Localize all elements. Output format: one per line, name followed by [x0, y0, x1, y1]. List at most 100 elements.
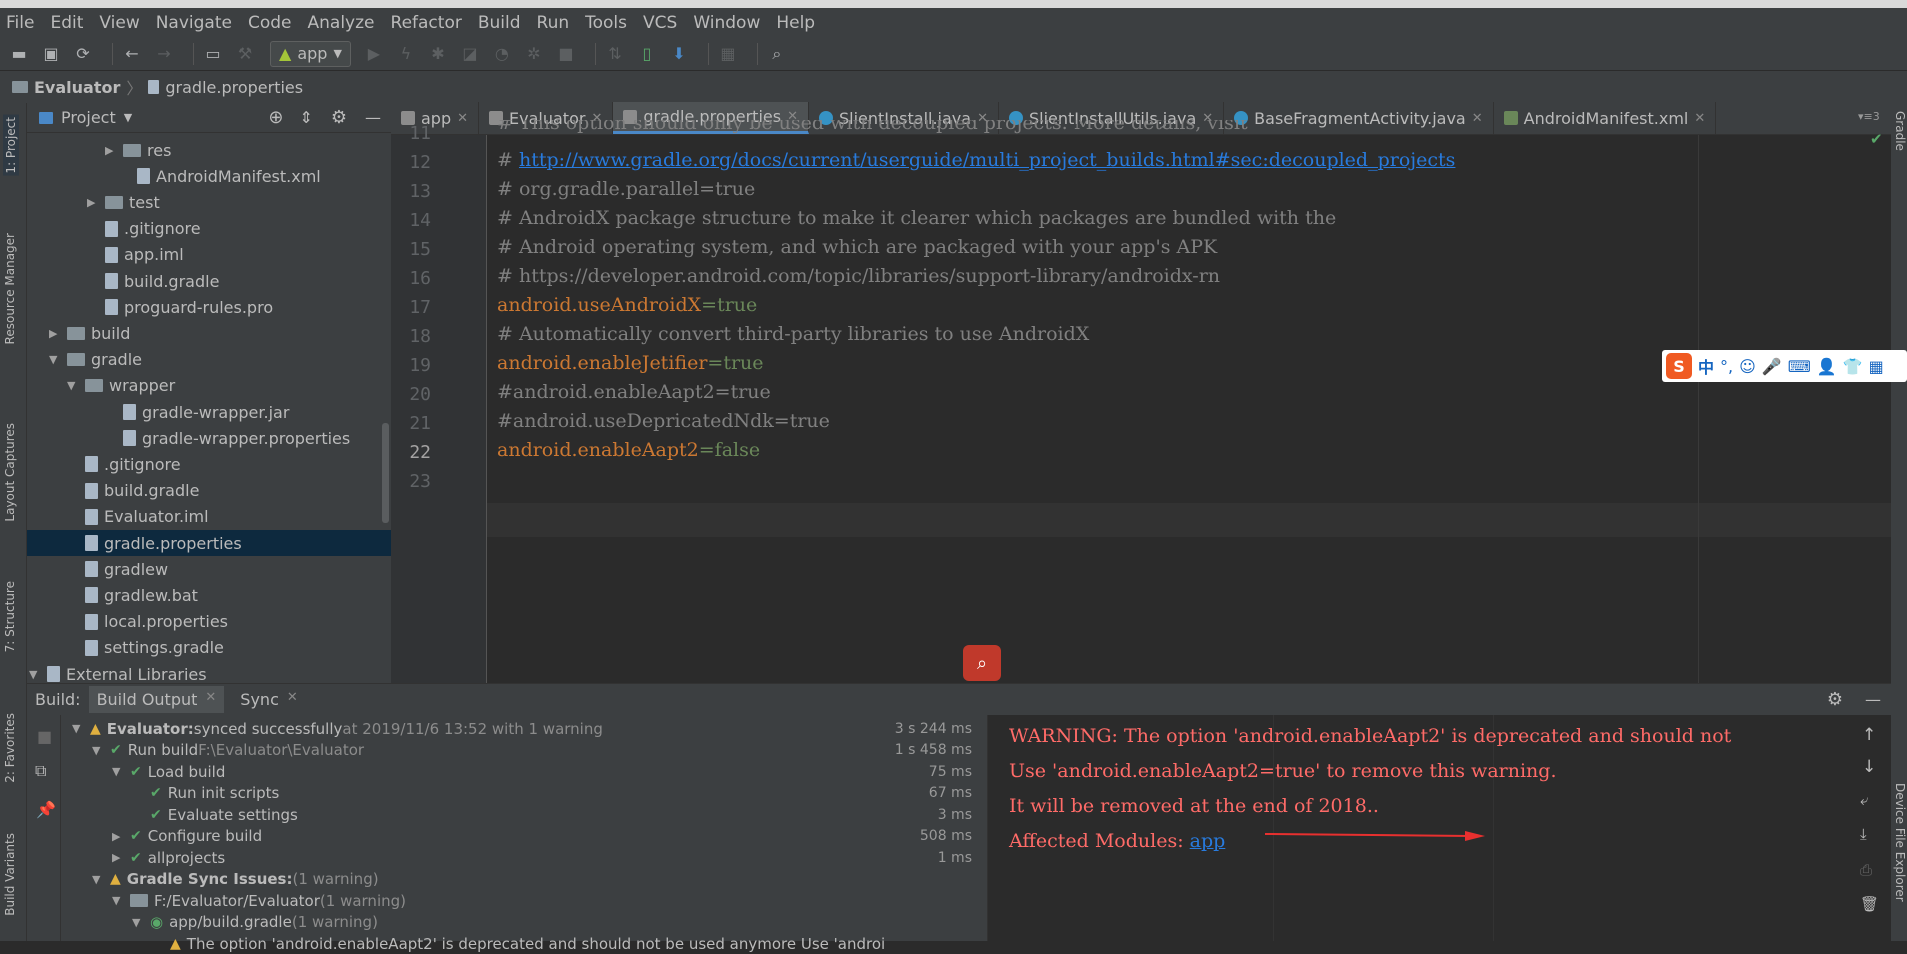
close-icon[interactable]: ✕	[1472, 111, 1483, 126]
tree-item[interactable]: ▶ res	[105, 137, 171, 163]
menu-item-navigate[interactable]: Navigate	[156, 13, 232, 33]
editor-tab[interactable]: AndroidManifest.xml ✕	[1494, 102, 1717, 134]
tool-tab-structure[interactable]: 7: Structure	[3, 581, 17, 652]
chevron-down-icon[interactable]: ▼	[124, 111, 132, 124]
expanded-arrow-icon[interactable]: ▼	[49, 353, 61, 366]
open-folder-icon[interactable]: ▬	[8, 43, 30, 65]
avd-manager-icon[interactable]: ▯	[636, 43, 658, 65]
build-tree-row[interactable]: ▼ F:/Evaluator/Evaluator (1 warning)	[112, 890, 406, 911]
skin-icon[interactable]: 👕	[1843, 357, 1863, 376]
tool-tab-device-file-explorer[interactable]: Device File Explorer	[1893, 783, 1907, 902]
build-tree-row[interactable]: ✔ Run init scripts	[132, 783, 279, 804]
scroll-to-end-icon[interactable]: ⤓	[1860, 825, 1867, 843]
tool-tab-project[interactable]: 1: Project	[3, 115, 19, 176]
collapsed-arrow-icon[interactable]: ▶	[112, 830, 124, 843]
apply-changes-icon[interactable]: ϟ	[395, 43, 417, 65]
sdk-manager-icon[interactable]: ⬇	[668, 43, 690, 65]
build-tree-row[interactable]: ▶ ✔ allprojects	[112, 847, 225, 868]
collapsed-arrow-icon[interactable]: ▶	[87, 196, 99, 209]
breadcrumb-file[interactable]: gradle.properties	[165, 78, 303, 97]
tree-item[interactable]: ▶ test	[87, 189, 160, 215]
tree-item[interactable]: AndroidManifest.xml	[87, 163, 321, 189]
menu-item-refactor[interactable]: Refactor	[391, 13, 462, 33]
menu-item-build[interactable]: Build	[478, 13, 521, 33]
close-icon[interactable]: ✕	[1694, 111, 1705, 126]
build-tree-row[interactable]: ✔ Evaluate settings	[132, 804, 298, 825]
build-tree-row[interactable]: ▲ The option 'android.enableAapt2' is dep…	[152, 933, 885, 954]
tool-tab-build-variants[interactable]: Build Variants	[3, 833, 17, 916]
tree-item[interactable]: .gitignore	[87, 216, 201, 242]
microphone-icon[interactable]: 🎤	[1762, 357, 1782, 376]
close-icon[interactable]: ✕	[457, 111, 468, 126]
project-view-title[interactable]: Project	[61, 108, 116, 127]
tool-tab-gradle[interactable]: Gradle	[1893, 111, 1907, 151]
minimize-icon[interactable]: —	[365, 108, 381, 127]
tree-item[interactable]: Evaluator.iml	[67, 504, 209, 530]
collapse-all-icon[interactable]: ⇕	[299, 108, 312, 127]
user-icon[interactable]: 👤	[1817, 357, 1837, 376]
menu-item-view[interactable]: View	[99, 13, 139, 33]
expanded-arrow-icon[interactable]: ▼	[112, 765, 124, 778]
tool-tab-resource-manager[interactable]: Resource Manager	[3, 233, 17, 344]
gradle-sync-icon[interactable]: ⇅	[604, 43, 626, 65]
expanded-arrow-icon[interactable]: ▼	[92, 744, 104, 757]
menu-item-run[interactable]: Run	[537, 13, 570, 33]
stop-icon[interactable]: ■	[555, 43, 577, 65]
emoji-icon[interactable]: ☺	[1739, 357, 1756, 376]
make-module-icon[interactable]: ▭	[202, 43, 224, 65]
minimize-icon[interactable]: —	[1865, 690, 1881, 709]
tool-tab-layout-captures[interactable]: Layout Captures	[3, 423, 17, 522]
build-tree-row[interactable]: ▼ ✔ Run build F:\Evaluator\Evaluator	[92, 740, 364, 761]
menu-item-help[interactable]: Help	[776, 13, 815, 33]
tree-item[interactable]: build.gradle	[87, 268, 219, 294]
expanded-arrow-icon[interactable]: ▼	[72, 722, 84, 735]
build-tree-row[interactable]: ▼ ▲ Evaluator: synced successfully at 2019…	[72, 718, 603, 739]
console-scroll-down-icon[interactable]: ↓	[1862, 757, 1876, 777]
keyboard-icon[interactable]: ⌨	[1788, 357, 1811, 376]
tab-list-icon[interactable]: ▾≡3	[1858, 110, 1880, 123]
breadcrumb-project[interactable]: Evaluator	[34, 78, 120, 97]
tree-item[interactable]: ▼ wrapper	[67, 373, 175, 399]
editor-tab[interactable]: BaseFragmentActivity.java ✕	[1224, 102, 1494, 134]
ime-language[interactable]: 中	[1698, 354, 1714, 378]
tree-item[interactable]: ▼ gradle	[49, 347, 142, 373]
build-tree-row[interactable]: ▼ ◉ app/build.gradle (1 warning)	[132, 912, 378, 933]
build-tree-row[interactable]: ▼ ✔ Load build	[112, 761, 225, 782]
build-tree-row[interactable]: ▼ ▲ Gradle Sync Issues: (1 warning)	[92, 869, 379, 890]
tree-item[interactable]: settings.gradle	[67, 635, 224, 661]
profile-icon[interactable]: ◪	[459, 43, 481, 65]
tree-item[interactable]: local.properties	[67, 609, 228, 635]
trash-icon[interactable]: 🗑	[1860, 895, 1879, 913]
print-icon[interactable]: ⎙	[1860, 861, 1872, 879]
project-scrollbar[interactable]	[382, 423, 389, 523]
save-icon[interactable]: ▣	[40, 43, 62, 65]
pin-icon[interactable]: 📌	[36, 800, 56, 819]
affected-module-link[interactable]: app	[1190, 830, 1226, 852]
tab-sync[interactable]: Sync ✕	[232, 686, 305, 713]
tree-item[interactable]: .gitignore	[67, 451, 181, 477]
expanded-arrow-icon[interactable]: ▼	[29, 668, 41, 681]
hammer-icon[interactable]: ⚒	[234, 43, 256, 65]
search-bubble-icon[interactable]: ⌕	[963, 645, 1001, 681]
close-icon[interactable]: ✕	[205, 690, 216, 709]
collapsed-arrow-icon[interactable]: ▶	[112, 851, 124, 864]
build-tree-row[interactable]: ▶ ✔ Configure build	[112, 826, 262, 847]
tree-item[interactable]: app.iml	[87, 242, 184, 268]
collapsed-arrow-icon[interactable]: ▶	[105, 144, 117, 157]
tool-tab-favorites[interactable]: 2: Favorites	[3, 713, 17, 783]
collapsed-arrow-icon[interactable]: ▶	[49, 327, 61, 340]
tree-item[interactable]: build.gradle	[67, 478, 199, 504]
expanded-arrow-icon[interactable]: ▼	[67, 379, 79, 392]
debug-icon[interactable]: ✱	[427, 43, 449, 65]
code-link[interactable]: http://www.gradle.org/docs/current/userg…	[519, 149, 1455, 171]
expanded-arrow-icon[interactable]: ▼	[92, 873, 104, 886]
ime-toolbar[interactable]: S 中 °, ☺ 🎤 ⌨ 👤 👕 ▦	[1662, 350, 1907, 382]
tree-item[interactable]: gradle-wrapper.properties	[105, 425, 350, 451]
menu-item-vcs[interactable]: VCS	[643, 13, 677, 33]
project-structure-icon[interactable]: ▦	[717, 43, 739, 65]
tab-build-output[interactable]: Build Output ✕	[88, 686, 225, 713]
expanded-arrow-icon[interactable]: ▼	[132, 916, 144, 929]
tree-item[interactable]: ▶ build	[49, 320, 130, 346]
menu-item-analyze[interactable]: Analyze	[308, 13, 375, 33]
menu-item-window[interactable]: Window	[693, 13, 760, 33]
